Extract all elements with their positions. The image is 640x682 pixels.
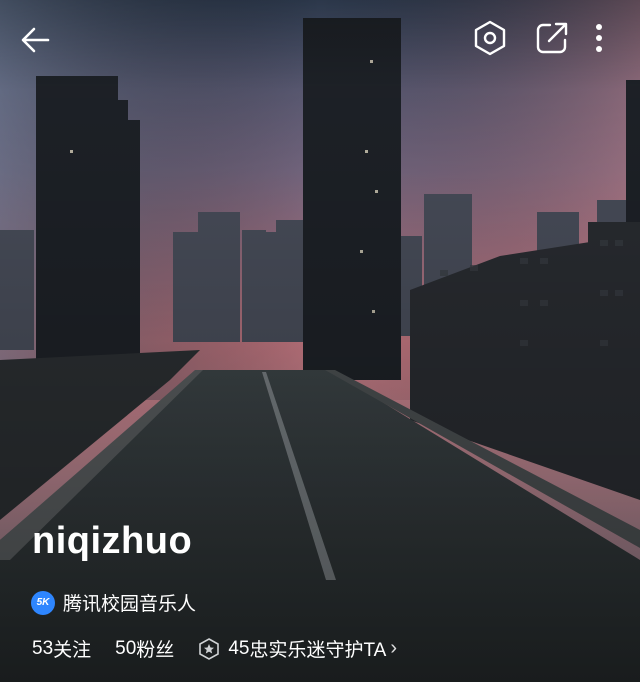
loyal-fan-star-icon xyxy=(199,637,220,660)
more-vertical-icon xyxy=(596,24,602,52)
cover-photo xyxy=(0,0,640,682)
badge-label: 腾讯校园音乐人 xyxy=(63,594,197,615)
chevron-right-icon: › xyxy=(390,637,397,659)
share-icon xyxy=(536,22,568,54)
profile-username: niqizhuo xyxy=(32,520,193,562)
following-count: 53 xyxy=(32,637,54,659)
back-button[interactable] xyxy=(14,18,58,62)
more-button[interactable] xyxy=(584,16,614,60)
top-bar xyxy=(0,0,640,80)
fans-count: 50 xyxy=(115,637,137,659)
loyal-label: 忠实乐迷守护TA xyxy=(249,640,387,661)
fans-label: 粉丝 xyxy=(136,640,175,661)
settings-button[interactable] xyxy=(468,16,512,60)
fans-stat[interactable]: 50 粉丝 xyxy=(115,635,174,662)
hexagon-settings-icon xyxy=(474,20,506,56)
following-label: 关注 xyxy=(53,640,92,661)
following-stat[interactable]: 53 关注 xyxy=(32,635,91,662)
profile-stats: 53 关注 50 粉丝 45 忠实乐迷守护TA › xyxy=(32,635,397,662)
badge-logo-icon: 5K xyxy=(31,590,55,615)
share-button[interactable] xyxy=(530,16,574,60)
arrow-left-icon xyxy=(21,27,50,53)
loyal-count: 45 xyxy=(228,637,250,659)
loyal-fans-stat[interactable]: 45 忠实乐迷守护TA › xyxy=(198,635,397,662)
musician-badge[interactable]: 5K 腾讯校园音乐人 xyxy=(31,589,196,616)
